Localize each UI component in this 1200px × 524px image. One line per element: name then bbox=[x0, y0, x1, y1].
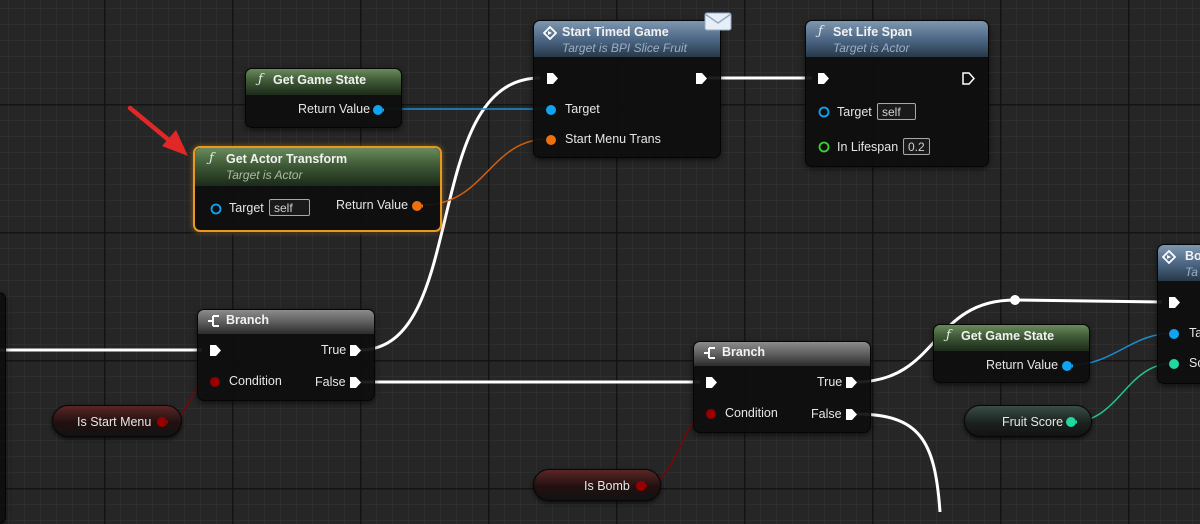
node-header: Branch bbox=[198, 310, 374, 334]
true-exec-output-pin[interactable] bbox=[349, 344, 362, 357]
false-exec-output-pin[interactable] bbox=[349, 376, 362, 389]
node-title: Get Actor Transform bbox=[226, 152, 348, 166]
condition-input-pin[interactable] bbox=[705, 408, 717, 420]
exec-output-pin[interactable] bbox=[695, 72, 708, 85]
interface-message-icon bbox=[1162, 250, 1176, 264]
target-label: Target bbox=[229, 201, 264, 215]
is-bomb-variable[interactable]: Is Bomb bbox=[533, 469, 661, 501]
node-title: Set Life Span bbox=[833, 25, 913, 39]
is-start-menu-variable[interactable]: Is Start Menu bbox=[52, 405, 182, 437]
target-input-pin[interactable] bbox=[210, 203, 222, 215]
object-output-pin[interactable] bbox=[1061, 360, 1073, 372]
exec-input-pin[interactable] bbox=[546, 72, 559, 85]
function-icon: ƒ bbox=[946, 328, 951, 343]
exec-input-pin[interactable] bbox=[817, 72, 830, 85]
reroute-knot[interactable] bbox=[1010, 295, 1020, 305]
set-life-span-node[interactable]: ƒ Set Life Span Target is Actor Target s… bbox=[805, 20, 989, 167]
partial-interface-node[interactable]: Bo Ta Ta Sc bbox=[1157, 244, 1200, 384]
get-game-state-node[interactable]: ƒ Get Game State Return Value bbox=[245, 68, 402, 128]
node-title: Start Timed Game bbox=[562, 25, 669, 39]
return-value-label: Return Value bbox=[986, 358, 1059, 372]
annotation-arrow bbox=[127, 105, 188, 156]
node-header: ƒ Set Life Span Target is Actor bbox=[806, 21, 988, 57]
variable-label: Is Start Menu bbox=[77, 415, 152, 429]
transform-output-pin[interactable] bbox=[411, 200, 423, 212]
node-subtitle: Target is Actor bbox=[226, 168, 303, 182]
node-title: Branch bbox=[226, 313, 270, 327]
score-output-pin[interactable] bbox=[1065, 416, 1077, 428]
branch-icon bbox=[704, 347, 715, 359]
node-header: ƒ Get Game State bbox=[934, 325, 1089, 351]
false-label: False bbox=[315, 375, 346, 389]
return-value-label: Return Value bbox=[336, 198, 409, 212]
variable-label: Fruit Score bbox=[1002, 415, 1064, 429]
false-label: False bbox=[811, 407, 842, 421]
get-actor-transform-node[interactable]: ƒ Get Actor Transform Target is Actor Ta… bbox=[193, 146, 442, 232]
target-input-pin[interactable] bbox=[1168, 328, 1180, 340]
node-title: Bo bbox=[1185, 249, 1200, 263]
node-header: ƒ Get Game State bbox=[246, 69, 401, 95]
condition-input-pin[interactable] bbox=[209, 376, 221, 388]
target-self-field[interactable]: self bbox=[877, 103, 916, 120]
node-subtitle: Ta bbox=[1185, 265, 1198, 279]
branch-icon bbox=[208, 315, 219, 327]
lifespan-label: In Lifespan bbox=[837, 140, 899, 154]
exec-input-pin[interactable] bbox=[209, 344, 222, 357]
score-input-pin[interactable] bbox=[1168, 358, 1180, 370]
node-title: Get Game State bbox=[961, 329, 1055, 343]
get-game-state-node[interactable]: ƒ Get Game State Return Value bbox=[933, 324, 1090, 383]
function-icon: ƒ bbox=[209, 151, 214, 166]
node-header: Bo Ta bbox=[1158, 245, 1200, 281]
interface-message-icon bbox=[543, 26, 557, 40]
function-icon: ƒ bbox=[818, 24, 823, 39]
target-label: Target bbox=[565, 102, 600, 116]
true-label: True bbox=[321, 343, 347, 357]
start-menu-trans-label: Start Menu Trans bbox=[565, 132, 661, 146]
score-label: Sc bbox=[1189, 356, 1200, 370]
target-input-pin[interactable] bbox=[545, 104, 557, 116]
true-exec-output-pin[interactable] bbox=[845, 376, 858, 389]
exec-input-pin[interactable] bbox=[705, 376, 718, 389]
lifespan-value-field[interactable]: 0.2 bbox=[903, 138, 930, 155]
partial-node-left[interactable] bbox=[0, 292, 6, 524]
target-label: Ta bbox=[1189, 326, 1200, 340]
start-menu-trans-input-pin[interactable] bbox=[545, 134, 557, 146]
exec-input-pin[interactable] bbox=[1168, 296, 1181, 309]
condition-label: Condition bbox=[725, 406, 778, 420]
function-icon: ƒ bbox=[258, 72, 263, 87]
branch-node[interactable]: Branch True Condition False bbox=[693, 341, 871, 433]
branch-node[interactable]: Branch True Condition False bbox=[197, 309, 375, 401]
bool-output-pin[interactable] bbox=[635, 480, 647, 492]
true-label: True bbox=[817, 375, 843, 389]
node-header: Start Timed Game Target is BPI Slice Fru… bbox=[534, 21, 720, 57]
node-header: ƒ Get Actor Transform Target is Actor bbox=[195, 148, 440, 186]
fruit-score-variable[interactable]: Fruit Score bbox=[964, 405, 1092, 437]
target-self-field[interactable]: self bbox=[269, 199, 310, 216]
node-title: Branch bbox=[722, 345, 766, 359]
target-label: Target bbox=[837, 105, 872, 119]
node-header: Branch bbox=[694, 342, 870, 366]
return-value-label: Return Value bbox=[298, 102, 371, 116]
lifespan-input-pin[interactable] bbox=[818, 141, 830, 153]
exec-output-pin[interactable] bbox=[962, 72, 975, 85]
bool-output-pin[interactable] bbox=[156, 416, 168, 428]
target-input-pin[interactable] bbox=[818, 106, 830, 118]
node-title: Get Game State bbox=[273, 73, 367, 87]
start-timed-game-node[interactable]: Start Timed Game Target is BPI Slice Fru… bbox=[533, 20, 721, 158]
envelope-icon bbox=[704, 12, 732, 31]
node-subtitle: Target is Actor bbox=[833, 41, 910, 55]
condition-label: Condition bbox=[229, 374, 282, 388]
false-exec-output-pin[interactable] bbox=[845, 408, 858, 421]
object-output-pin[interactable] bbox=[372, 104, 384, 116]
variable-label: Is Bomb bbox=[584, 479, 630, 493]
node-subtitle: Target is BPI Slice Fruit bbox=[562, 41, 687, 55]
